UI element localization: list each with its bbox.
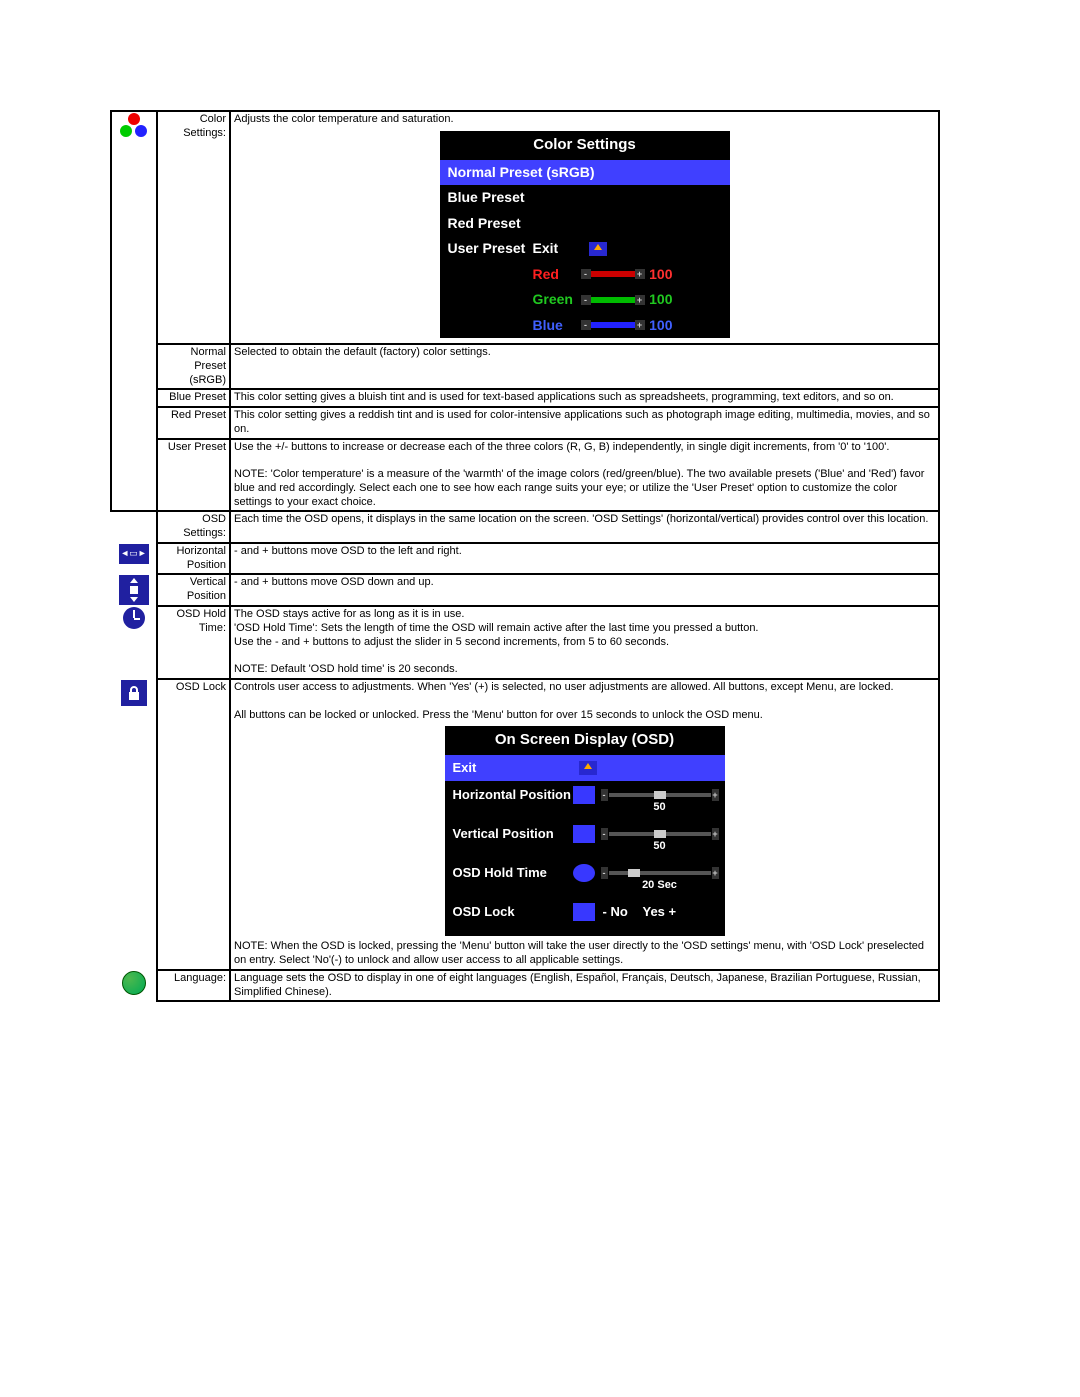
globe-icon [122, 971, 146, 995]
vpos-mini-icon [573, 825, 595, 843]
hpos-mini-icon [573, 786, 595, 804]
color-label: Color Settings: [157, 111, 230, 344]
osd-label: OSD Settings: [157, 511, 230, 543]
row-desc-2: This color setting gives a reddish tint … [230, 407, 939, 439]
lang-desc: Language sets the OSD to display in one … [230, 970, 939, 1002]
osd-vpos-desc: - and + buttons move OSD down and up. [230, 574, 939, 606]
color-desc-cell: Adjusts the color temperature and satura… [230, 111, 939, 344]
osd-hold-desc: The OSD stays active for as long as it i… [230, 606, 939, 679]
osd2-title: On Screen Display (OSD) [445, 726, 725, 755]
row-desc-0: Selected to obtain the default (factory)… [230, 344, 939, 389]
red-row[interactable]: Red -+ 100 [440, 262, 730, 288]
hpos-icon-cell: ◄▭► [111, 543, 157, 575]
hpos-icon: ◄▭► [119, 544, 149, 564]
row-name-3: User Preset [157, 439, 230, 512]
timer-icon-cell [111, 606, 157, 679]
globe-icon-cell [111, 970, 157, 1002]
osd-hpos-desc: - and + buttons move OSD to the left and… [230, 543, 939, 575]
osd-title: Color Settings [440, 131, 730, 160]
lang-label: Language: [157, 970, 230, 1002]
osd-lock-name: OSD Lock [157, 679, 230, 970]
color-icon [120, 113, 148, 141]
osd-footnote: NOTE: When the OSD is locked, pressing t… [234, 940, 935, 968]
osd2-ht[interactable]: OSD Hold Time -+20 Sec [445, 859, 725, 898]
row-name-1: Blue Preset [157, 389, 230, 407]
row-desc-3: Use the +/- buttons to increase or decre… [230, 439, 939, 512]
preset-blue[interactable]: Blue Preset [440, 185, 730, 211]
lock-icon-cell [111, 679, 157, 970]
vpos-icon [119, 575, 149, 605]
lock-icon [121, 680, 147, 706]
lock-mini-icon [573, 903, 595, 921]
preset-user[interactable]: User Preset Exit [440, 236, 730, 262]
preset-normal[interactable]: Normal Preset (sRGB) [440, 160, 730, 186]
osd-vpos-name: Vertical Position [157, 574, 230, 606]
osd2-lock[interactable]: OSD Lock - No Yes + [445, 898, 725, 926]
osd-hpos-name: Horizontal Position [157, 543, 230, 575]
timer-mini-icon [573, 864, 595, 882]
exit-icon [579, 761, 597, 775]
blue-row[interactable]: Blue -+ 100 [440, 313, 730, 339]
osd-desc: Each time the OSD opens, it displays in … [230, 511, 939, 543]
preset-red[interactable]: Red Preset [440, 211, 730, 237]
osd2-vp[interactable]: Vertical Position -+50 [445, 820, 725, 859]
exit-icon [589, 242, 607, 256]
osd-panel: On Screen Display (OSD) Exit Horizontal … [445, 726, 725, 936]
settings-table: Color Settings: Adjusts the color temper… [110, 110, 940, 1002]
row-name-2: Red Preset [157, 407, 230, 439]
timer-icon [123, 607, 145, 629]
osd-lock-desc: Controls user access to adjustments. Whe… [230, 679, 939, 970]
osd-hold-name: OSD Hold Time: [157, 606, 230, 679]
color-osd-panel: Color Settings Normal Preset (sRGB) Blue… [440, 131, 730, 338]
color-desc: Adjusts the color temperature and satura… [234, 113, 935, 127]
row-desc-1: This color setting gives a bluish tint a… [230, 389, 939, 407]
green-row[interactable]: Green -+ 100 [440, 287, 730, 313]
vpos-icon-cell [111, 574, 157, 606]
osd2-exit[interactable]: Exit [445, 755, 725, 781]
row-name-0: Normal Preset (sRGB) [157, 344, 230, 389]
osd2-hp[interactable]: Horizontal Position -+50 [445, 781, 725, 820]
color-icon-cell [111, 111, 157, 511]
